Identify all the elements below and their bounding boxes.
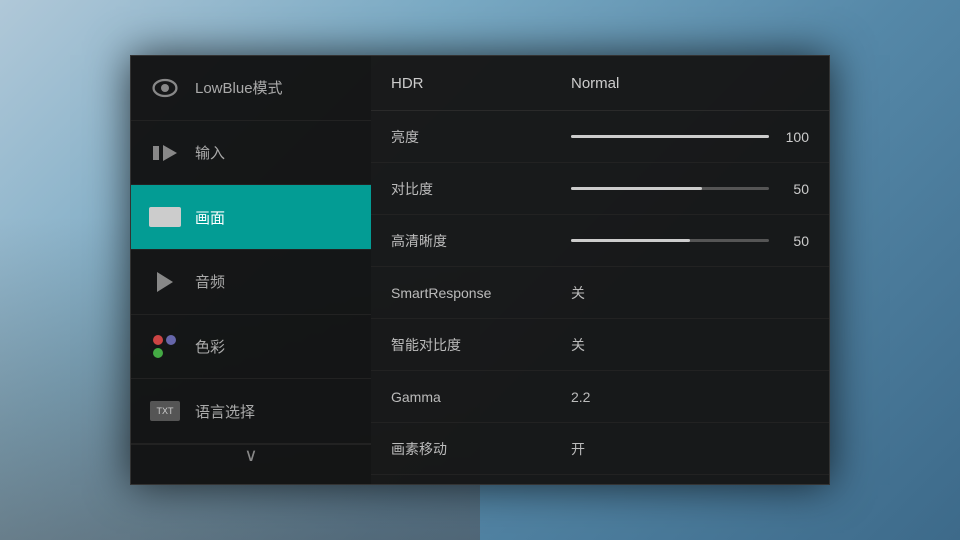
contrast-slider[interactable]: 50 <box>571 181 809 197</box>
sidebar-item-lowblue[interactable]: LowBlue模式 <box>131 56 371 121</box>
gamma-text: 2.2 <box>571 389 590 405</box>
sidebar-item-audio[interactable]: 音频 <box>131 250 371 315</box>
smartresponse-text: 关 <box>571 283 585 303</box>
content-header: HDR Normal <box>371 56 829 111</box>
content-panel: HDR Normal 亮度 100 对比度 <box>371 56 829 484</box>
gamma-label: Gamma <box>391 389 571 405</box>
sharpness-label: 高清晰度 <box>391 231 571 251</box>
brightness-value: 100 <box>571 129 809 145</box>
brightness-track <box>571 135 769 138</box>
sharpness-value: 50 <box>571 233 809 249</box>
brightness-num: 100 <box>779 129 809 145</box>
eye-icon <box>149 72 181 104</box>
sidebar-label-language: 语言选择 <box>195 401 255 422</box>
contrast-label: 对比度 <box>391 179 571 199</box>
smartcontrast-value[interactable]: 关 <box>571 335 809 355</box>
audio-icon <box>149 266 181 298</box>
row-contrast: 对比度 50 <box>371 163 829 215</box>
smartcontrast-label: 智能对比度 <box>391 335 571 355</box>
row-brightness: 亮度 100 <box>371 111 829 163</box>
row-smartcontrast: 智能对比度 关 <box>371 319 829 371</box>
sidebar-item-input[interactable]: 输入 <box>131 121 371 186</box>
sidebar-label-color: 色彩 <box>195 336 225 357</box>
gamma-value[interactable]: 2.2 <box>571 389 809 405</box>
picture-icon <box>149 201 181 233</box>
pixelshift-text: 开 <box>571 439 585 459</box>
contrast-num: 50 <box>779 181 809 197</box>
sidebar-item-color[interactable]: 色彩 <box>131 315 371 380</box>
smartcontrast-text: 关 <box>571 335 585 355</box>
sharpness-fill <box>571 239 690 242</box>
input-icon <box>149 137 181 169</box>
chevron-down-icon: ∨ <box>244 445 257 466</box>
row-gamma: Gamma 2.2 <box>371 371 829 423</box>
contrast-fill <box>571 187 702 190</box>
sidebar-item-language[interactable]: TXT 语言选择 <box>131 379 371 444</box>
smartresponse-label: SmartResponse <box>391 285 571 301</box>
contrast-value: 50 <box>571 181 809 197</box>
sidebar-label-picture: 画面 <box>195 207 225 228</box>
sharpness-track <box>571 239 769 242</box>
pixelshift-value[interactable]: 开 <box>571 439 809 459</box>
brightness-label: 亮度 <box>391 127 571 147</box>
pixelshift-label: 画素移动 <box>391 439 571 459</box>
sidebar-item-picture[interactable]: 画面 <box>131 185 371 250</box>
sidebar: LowBlue模式 输入 画面 音频 <box>131 56 371 484</box>
sidebar-label-lowblue: LowBlue模式 <box>195 77 283 98</box>
sidebar-label-input: 输入 <box>195 142 225 163</box>
sidebar-label-audio: 音频 <box>195 271 225 292</box>
color-icon <box>149 331 181 363</box>
lang-icon: TXT <box>149 395 181 427</box>
hdr-label: HDR <box>391 75 571 92</box>
brightness-fill <box>571 135 769 138</box>
contrast-track <box>571 187 769 190</box>
row-smartresponse: SmartResponse 关 <box>371 267 829 319</box>
sharpness-slider[interactable]: 50 <box>571 233 809 249</box>
hdr-value: Normal <box>571 75 619 92</box>
smartresponse-value[interactable]: 关 <box>571 283 809 303</box>
sidebar-footer[interactable]: ∨ <box>131 444 371 484</box>
sharpness-num: 50 <box>779 233 809 249</box>
row-sharpness: 高清晰度 50 <box>371 215 829 267</box>
settings-menu: LowBlue模式 输入 画面 音频 <box>130 55 830 485</box>
settings-rows: 亮度 100 对比度 <box>371 111 829 484</box>
row-pixelshift: 画素移动 开 <box>371 423 829 475</box>
brightness-slider[interactable]: 100 <box>571 129 809 145</box>
